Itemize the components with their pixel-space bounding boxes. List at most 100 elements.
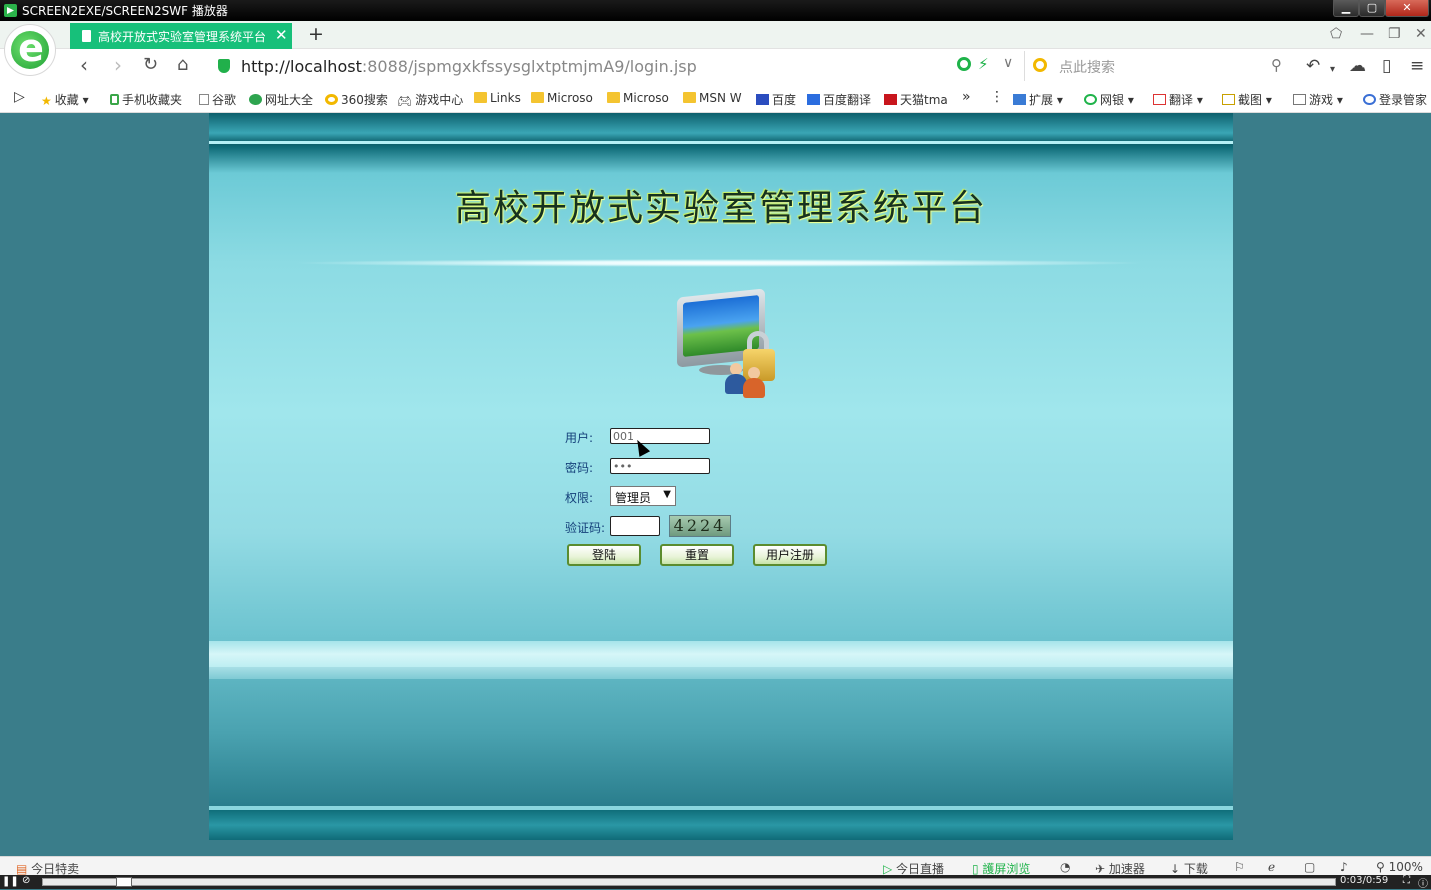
browser-chrome: 高校开放式实验室管理系统平台 ✕ + ⬠ — ❐ ✕ e ‹ › ↻ ⌂ htt…	[0, 21, 1431, 113]
undo-dropdown-icon[interactable]: ▾	[1330, 61, 1335, 79]
refresh-speed-icon[interactable]: ◔	[1060, 860, 1070, 874]
bookmark-item[interactable]: 天猫tma	[884, 91, 948, 108]
mobile-icon[interactable]: ▯	[1382, 57, 1391, 75]
folder-icon	[531, 92, 544, 103]
bookmark-item[interactable]: Microso	[607, 91, 669, 105]
reload-icon[interactable]: ↻	[143, 55, 158, 75]
navigation-bar: ‹ › ↻ ⌂ http://localhost:8088/jspmgxkfss…	[0, 49, 1431, 83]
menu-icon[interactable]: ≡	[1410, 57, 1424, 75]
rocket-icon: ✈	[1095, 862, 1109, 876]
login-button[interactable]: 登陆	[567, 544, 641, 566]
sale-icon: ▤	[16, 862, 32, 876]
seekbar-knob[interactable]	[116, 877, 132, 887]
playback-seekbar[interactable]	[42, 878, 1336, 886]
os-close-button[interactable]: ✕	[1385, 0, 1429, 17]
role-select[interactable]: 管理员 ▼	[610, 486, 676, 506]
register-button[interactable]: 用户注册	[753, 544, 827, 566]
translate-icon	[1153, 94, 1166, 105]
search-engine-icon[interactable]	[1033, 58, 1047, 72]
captcha-image[interactable]: 4224	[669, 515, 731, 537]
extension-item[interactable]: 游戏 ▾	[1293, 91, 1343, 108]
zoom-value: 100%	[1388, 860, 1423, 874]
extension-item[interactable]: 网银 ▾	[1084, 91, 1134, 108]
browser-logo-icon[interactable]: e	[4, 24, 56, 76]
flag-icon[interactable]: ⚐	[1234, 860, 1245, 874]
close-icon[interactable]: ✕	[1415, 26, 1427, 42]
bookmark-item[interactable]: 🎮︎ 游戏中心	[397, 91, 463, 108]
url-path: :8088/jspmgxkfssysglxtptmjmA9/login.jsp	[361, 57, 697, 76]
minimize-icon[interactable]: —	[1360, 26, 1374, 42]
captcha-input[interactable]	[610, 516, 660, 536]
new-tab-button[interactable]: +	[308, 23, 324, 45]
address-dropdown-icon[interactable]: ∨	[1003, 55, 1013, 71]
bookmark-label: 谷歌	[212, 93, 237, 107]
bookmark-item[interactable]: 百度	[756, 91, 796, 108]
fullscreen-icon[interactable]: ⛶	[1403, 875, 1410, 886]
os-titlebar: SCREEN2EXE/SCREEN2SWF 播放器 ▁ ▢ ✕	[0, 0, 1431, 21]
bookmark-label: MSN W	[699, 91, 742, 105]
download-icon: ↓	[1170, 862, 1184, 876]
reset-button[interactable]: 重置	[660, 544, 734, 566]
phone-icon	[110, 94, 119, 105]
captcha-label: 验证码:	[565, 521, 606, 535]
refresh-status-icon[interactable]	[957, 57, 971, 71]
back-icon[interactable]: ‹	[80, 55, 88, 75]
zoom-control[interactable]: ⚲ 100%	[1376, 860, 1423, 874]
tab-login-page[interactable]: 高校开放式实验室管理系统平台 ✕	[70, 23, 292, 49]
address-bar[interactable]: http://localhost:8088/jspmgxkfssysglxtpt…	[241, 57, 697, 76]
bookmark-item[interactable]: 谷歌	[199, 91, 236, 108]
user-label: 用户:	[565, 431, 594, 445]
extension-label: 网银	[1100, 93, 1125, 107]
bookmark-item[interactable]: Links	[474, 91, 521, 105]
user-input[interactable]	[610, 428, 710, 444]
ie-icon[interactable]: ℯ	[1268, 860, 1275, 874]
volume-icon[interactable]: ♪	[1340, 860, 1348, 874]
window-icon[interactable]: ▢	[1304, 860, 1315, 874]
restore-icon[interactable]: ❐	[1388, 26, 1401, 42]
extension-label: 登录管家	[1379, 93, 1428, 107]
bookmark-label: Links	[490, 91, 521, 105]
extension-item[interactable]: 登录管家	[1363, 91, 1427, 108]
search-box[interactable]: 点此搜索 ⚲	[1024, 51, 1292, 81]
tab-close-icon[interactable]: ✕	[275, 26, 288, 44]
status-sale-label: 今日特卖	[31, 862, 80, 876]
search-input[interactable]: 点此搜索	[1059, 57, 1115, 77]
os-maximize-button[interactable]: ▢	[1359, 0, 1385, 17]
lightning-icon[interactable]: ⚡	[978, 55, 989, 73]
pause-icon[interactable]: ❚❚	[2, 876, 19, 888]
bookmark-label: 手机收藏夹	[122, 93, 183, 107]
playback-time: 0:03/0:59	[1340, 875, 1389, 886]
bookmark-item[interactable]: 360搜索	[325, 91, 388, 108]
undo-icon[interactable]: ↶	[1306, 57, 1320, 75]
browser-statusbar: ▤ 今日特卖 ▷ 今日直播 ▯ 護屏浏览 ◔ ✈ 加速器 ↓ 下载 ⚐ ℯ ▢ …	[0, 856, 1431, 876]
rewind-icon[interactable]: ⊘	[22, 875, 30, 886]
footer-bar	[209, 810, 1233, 840]
security-shield-icon[interactable]	[218, 59, 230, 73]
extension-item[interactable]: 扩展 ▾	[1013, 91, 1063, 108]
info-icon[interactable]: ⓘ	[1418, 875, 1428, 890]
extension-item[interactable]: 翻译 ▾	[1153, 91, 1203, 108]
bookmark-item[interactable]: Microso	[531, 91, 593, 105]
bookmark-item[interactable]: 百度翻译	[807, 91, 871, 108]
forward-icon[interactable]: ›	[114, 55, 122, 75]
search-icon[interactable]: ⚲	[1271, 56, 1282, 74]
player-app-icon	[4, 4, 17, 17]
bookmarks-more-button[interactable]: »	[962, 89, 971, 105]
decorative-band-shadow	[209, 667, 1233, 679]
bookmark-item[interactable]: ★ 收藏 ▾	[41, 91, 89, 108]
bookmark-item[interactable]: MSN W	[683, 91, 742, 105]
folder-icon	[474, 92, 487, 103]
page-icon	[82, 30, 91, 42]
more-vertical-icon[interactable]: ⋮	[990, 89, 1004, 105]
home-icon[interactable]: ⌂	[177, 55, 188, 75]
shirt-icon[interactable]: ⬠	[1330, 26, 1342, 42]
header-glow	[289, 259, 1149, 267]
sidebar-toggle-icon[interactable]: ▷	[14, 89, 25, 105]
os-minimize-button[interactable]: ▁	[1333, 0, 1359, 17]
bookmark-item[interactable]: 手机收藏夹	[110, 91, 182, 108]
password-input[interactable]	[610, 458, 710, 474]
bookmark-item[interactable]: 网址大全	[249, 91, 313, 108]
screenshot-icon	[1222, 94, 1235, 105]
cloud-icon[interactable]: ☁	[1349, 57, 1366, 75]
extension-item[interactable]: 截图 ▾	[1222, 91, 1272, 108]
